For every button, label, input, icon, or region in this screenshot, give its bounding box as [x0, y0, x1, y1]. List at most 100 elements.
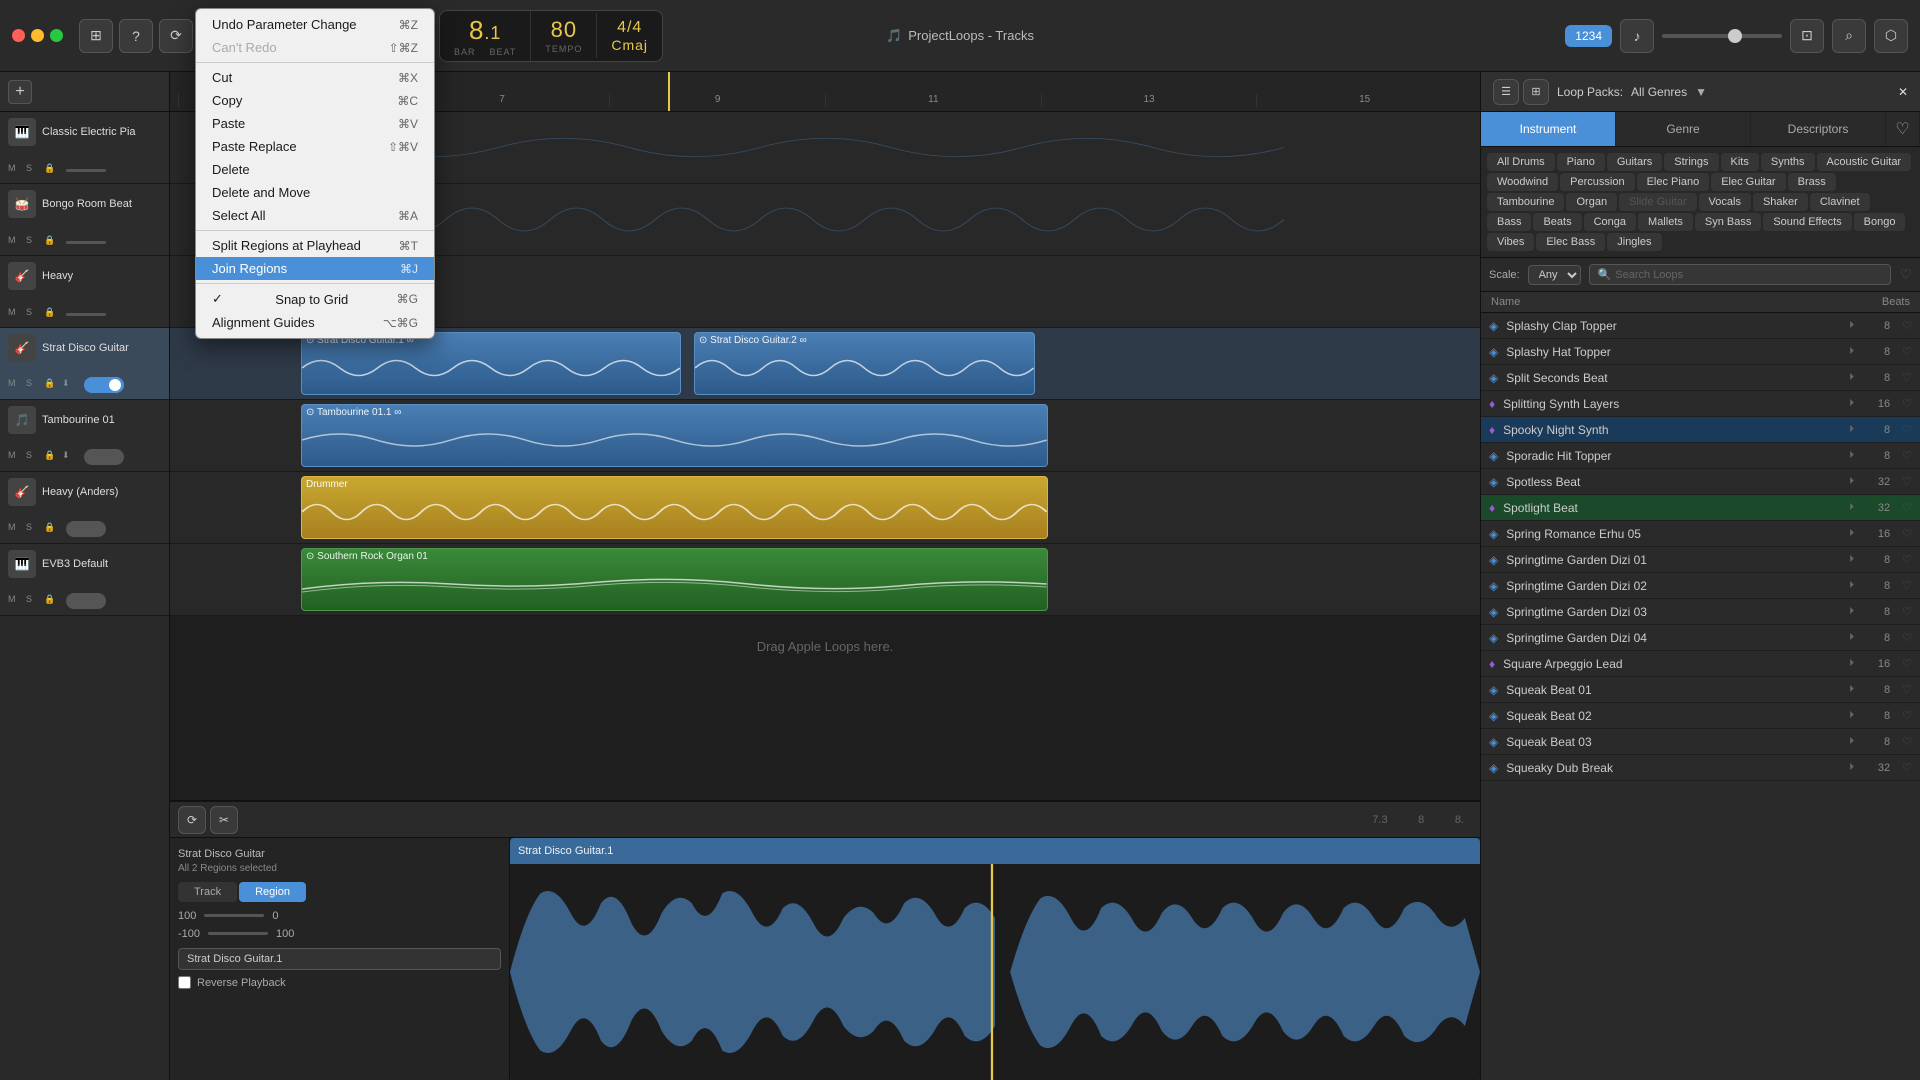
- close-browser-btn[interactable]: ✕: [1898, 85, 1908, 99]
- filter-guitars[interactable]: Guitars: [1607, 153, 1662, 171]
- search-icon[interactable]: ⌕: [1832, 19, 1866, 53]
- loop-item-heart[interactable]: ♡: [1902, 553, 1912, 566]
- ctx-undo[interactable]: Undo Parameter Change ⌘Z: [196, 13, 434, 36]
- ctx-delete-move[interactable]: Delete and Move: [196, 181, 434, 204]
- filter-tambourine[interactable]: Tambourine: [1487, 193, 1564, 211]
- note-icon[interactable]: ♪: [1620, 19, 1654, 53]
- tab-instrument[interactable]: Instrument: [1481, 112, 1616, 146]
- editor-waveform-area[interactable]: Strat Disco Guitar.1: [510, 838, 1480, 1080]
- loop-item-heart[interactable]: ♡: [1902, 657, 1912, 670]
- audio-region[interactable]: ⊙ Southern Rock Organ 01: [301, 548, 1048, 611]
- loop-item-heart[interactable]: ♡: [1902, 423, 1912, 436]
- loop-item-heart[interactable]: ♡: [1902, 449, 1912, 462]
- loop-play-btn[interactable]: ⏵: [1849, 346, 1854, 357]
- minimize-button[interactable]: [31, 29, 44, 42]
- ctx-select-all[interactable]: Select All ⌘A: [196, 204, 434, 227]
- track-item[interactable]: 🎹 Classic Electric Pia M S 🔒: [0, 112, 169, 184]
- track-toggle[interactable]: [66, 593, 106, 609]
- solo-button[interactable]: S: [26, 307, 40, 321]
- loop-play-btn[interactable]: ⏵: [1849, 762, 1854, 773]
- loop-play-btn[interactable]: ⏵: [1849, 398, 1854, 409]
- track-item-strat[interactable]: 🎸 Strat Disco Guitar M S 🔒 ⬇: [0, 328, 169, 400]
- loop-item[interactable]: ♦ Splitting Synth Layers ⏵ 16 ♡: [1481, 391, 1920, 417]
- filter-kits[interactable]: Kits: [1721, 153, 1759, 171]
- loop-item[interactable]: ◈ Springtime Garden Dizi 03 ⏵ 8 ♡: [1481, 599, 1920, 625]
- ctx-cut[interactable]: Cut ⌘X: [196, 66, 434, 89]
- mute-button[interactable]: M: [8, 307, 22, 321]
- expand-icon[interactable]: ⊡: [1790, 19, 1824, 53]
- loop-item-heart[interactable]: ♡: [1902, 475, 1912, 488]
- track-item[interactable]: 🎸 Heavy M S 🔒: [0, 256, 169, 328]
- editor-icon[interactable]: ✂: [210, 806, 238, 834]
- grid-view-icon[interactable]: ⊞: [1523, 79, 1549, 105]
- reverse-checkbox[interactable]: [178, 976, 191, 989]
- filter-syn-bass[interactable]: Syn Bass: [1695, 213, 1761, 231]
- solo-button[interactable]: S: [26, 163, 40, 177]
- loop-item[interactable]: ◈ Splashy Hat Topper ⏵ 8 ♡: [1481, 339, 1920, 365]
- track-volume[interactable]: [66, 241, 106, 244]
- heart-icon[interactable]: ♡: [1899, 266, 1912, 283]
- loop-play-btn[interactable]: ⏵: [1849, 476, 1854, 487]
- filter-vocals[interactable]: Vocals: [1699, 193, 1751, 211]
- loop-item[interactable]: ♦ Spotlight Beat ⏵ 32 ♡: [1481, 495, 1920, 521]
- filter-shaker[interactable]: Shaker: [1753, 193, 1808, 211]
- track-volume[interactable]: [66, 169, 106, 172]
- filter-clavinet[interactable]: Clavinet: [1810, 193, 1870, 211]
- loop-item[interactable]: ◈ Squeaky Dub Break ⏵ 32 ♡: [1481, 755, 1920, 781]
- loop-item[interactable]: ◈ Springtime Garden Dizi 02 ⏵ 8 ♡: [1481, 573, 1920, 599]
- loop-play-btn[interactable]: ⏵: [1849, 736, 1854, 747]
- solo-button[interactable]: S: [26, 522, 40, 536]
- ctx-snap[interactable]: ✓ Snap to Grid ⌘G: [196, 287, 434, 311]
- track-toggle[interactable]: [66, 521, 106, 537]
- tab-descriptors[interactable]: Descriptors: [1751, 112, 1886, 146]
- list-view-icon[interactable]: ☰: [1493, 79, 1519, 105]
- solo-button[interactable]: S: [26, 378, 40, 392]
- loop-item[interactable]: ◈ Springtime Garden Dizi 04 ⏵ 8 ♡: [1481, 625, 1920, 651]
- loop-play-btn[interactable]: ⏵: [1849, 632, 1854, 643]
- loop-play-btn[interactable]: ⏵: [1849, 554, 1854, 565]
- filter-bass[interactable]: Bass: [1487, 213, 1531, 231]
- tab-track[interactable]: Track: [178, 882, 237, 902]
- track-item[interactable]: 🎵 Tambourine 01 M S 🔒 ⬇: [0, 400, 169, 472]
- gain-slider-2[interactable]: [208, 932, 268, 935]
- scale-select[interactable]: Any: [1528, 265, 1581, 285]
- gain-slider[interactable]: [204, 914, 264, 917]
- loop-item[interactable]: ◈ Spotless Beat ⏵ 32 ♡: [1481, 469, 1920, 495]
- filter-conga[interactable]: Conga: [1584, 213, 1636, 231]
- audio-region[interactable]: Drummer: [301, 476, 1048, 539]
- loop-play-btn[interactable]: ⏵: [1849, 606, 1854, 617]
- volume-slider[interactable]: [1662, 34, 1782, 38]
- tab-region[interactable]: Region: [239, 882, 306, 902]
- share-icon[interactable]: ⬡: [1874, 19, 1908, 53]
- filter-percussion[interactable]: Percussion: [1560, 173, 1634, 191]
- filter-slide-guitar[interactable]: Slide Guitar: [1619, 193, 1696, 211]
- loop-play-btn[interactable]: ⏵: [1849, 710, 1854, 721]
- loop-item[interactable]: ◈ Squeak Beat 01 ⏵ 8 ♡: [1481, 677, 1920, 703]
- loop-item-heart[interactable]: ♡: [1902, 501, 1912, 514]
- filter-synths[interactable]: Synths: [1761, 153, 1815, 171]
- loop-item-heart[interactable]: ♡: [1902, 683, 1912, 696]
- track-volume[interactable]: [66, 313, 106, 316]
- mute-button[interactable]: M: [8, 594, 22, 608]
- loop-play-btn[interactable]: ⏵: [1849, 658, 1854, 669]
- filter-elec-bass[interactable]: Elec Bass: [1536, 233, 1605, 251]
- filter-woodwind[interactable]: Woodwind: [1487, 173, 1558, 191]
- add-track-button[interactable]: +: [8, 80, 32, 104]
- ctx-split[interactable]: Split Regions at Playhead ⌘T: [196, 234, 434, 257]
- track-item[interactable]: 🥁 Bongo Room Beat M S 🔒: [0, 184, 169, 256]
- loop-item-heart[interactable]: ♡: [1902, 319, 1912, 332]
- filter-bongo[interactable]: Bongo: [1854, 213, 1906, 231]
- tab-genre[interactable]: Genre: [1616, 112, 1751, 146]
- filter-mallets[interactable]: Mallets: [1638, 213, 1693, 231]
- loop-item-heart[interactable]: ♡: [1902, 761, 1912, 774]
- loop-item[interactable]: ◈ Springtime Garden Dizi 01 ⏵ 8 ♡: [1481, 547, 1920, 573]
- filter-organ[interactable]: Organ: [1566, 193, 1617, 211]
- filter-strings[interactable]: Strings: [1664, 153, 1718, 171]
- audio-region[interactable]: ⊙ Tambourine 01.1 ∞: [301, 404, 1048, 467]
- loop-item[interactable]: ◈ Splashy Clap Topper ⏵ 8 ♡: [1481, 313, 1920, 339]
- track-item[interactable]: 🎹 EVB3 Default M S 🔒: [0, 544, 169, 616]
- solo-button[interactable]: S: [26, 450, 40, 464]
- loop-play-btn[interactable]: ⏵: [1849, 580, 1854, 591]
- loop-item-heart[interactable]: ♡: [1902, 605, 1912, 618]
- loop-list[interactable]: ◈ Splashy Clap Topper ⏵ 8 ♡ ◈ Splashy Ha…: [1481, 313, 1920, 1080]
